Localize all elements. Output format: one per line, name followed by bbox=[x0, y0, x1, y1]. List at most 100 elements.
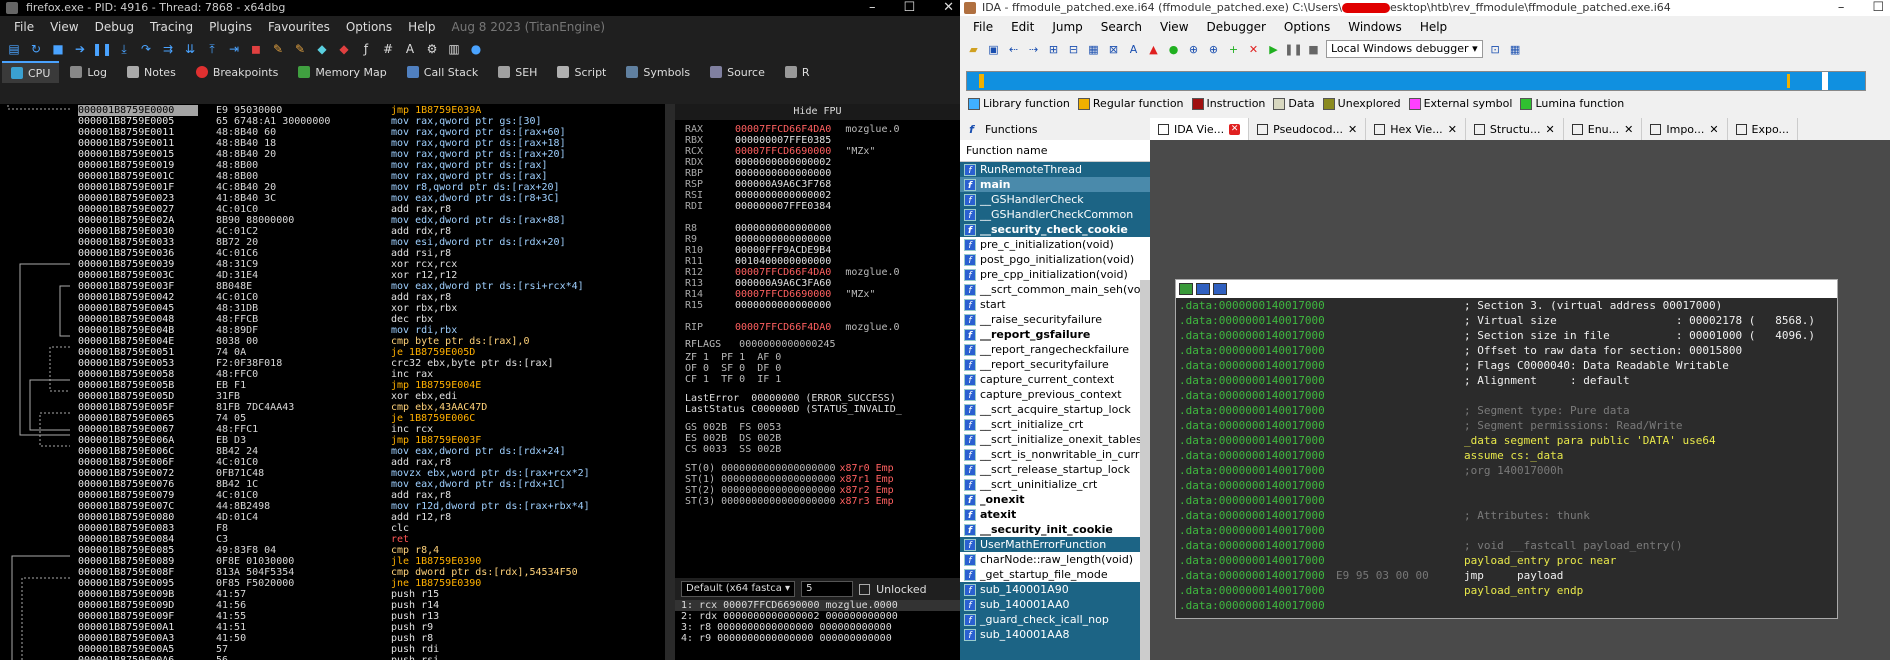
disasm-row[interactable]: 000001B8759E007C 44:8B2498 mov r12d,dword … bbox=[78, 501, 590, 512]
function-row[interactable]: f UserMathErrorFunction bbox=[960, 537, 1150, 552]
register-row[interactable] bbox=[685, 311, 749, 322]
fx-icon[interactable]: ƒ bbox=[358, 41, 374, 57]
patch-icon[interactable]: ◼ bbox=[248, 41, 264, 57]
run-icon[interactable]: ➔ bbox=[72, 41, 88, 57]
ida-struct-icon[interactable]: ⊠ bbox=[1106, 42, 1121, 57]
tab-notes[interactable]: Notes bbox=[118, 61, 185, 83]
ida-minimize-button[interactable]: – bbox=[1838, 0, 1845, 16]
ida-xref-icon[interactable]: ⊕ bbox=[1206, 42, 1221, 57]
function-row[interactable]: f pre_c_initialization(void) bbox=[960, 237, 1150, 252]
disasm-row[interactable]: 000001B8759E0065 74 05 je 1B8759E006C bbox=[78, 413, 475, 424]
function-row[interactable]: f capture_previous_context bbox=[960, 387, 1150, 402]
function-row[interactable]: f __report_securityfailure bbox=[960, 357, 1150, 372]
register-row[interactable]: RSP 000000A9A6C3F768 bbox=[685, 179, 845, 190]
listing-line[interactable]: .data:0000000140017000 ; Flags C0000040: … bbox=[1176, 358, 1837, 373]
listing-line[interactable]: .data:0000000140017000 ; Offset to raw da… bbox=[1176, 343, 1837, 358]
register-row[interactable]: RDX 0000000000000002 bbox=[685, 157, 845, 168]
disasm-row[interactable]: 000001B8759E0072 0FB71C48 movzx ebx,word p… bbox=[78, 468, 590, 479]
ida-stop-icon[interactable]: ■ bbox=[1306, 42, 1321, 57]
ida-menu-view[interactable]: View bbox=[1151, 20, 1197, 34]
disasm-row[interactable]: 000001B8759E006C 8B42 24 mov eax,dword ptr… bbox=[78, 446, 566, 457]
function-row[interactable]: f __raise_securityfailure bbox=[960, 312, 1150, 327]
disasm-row[interactable]: 000001B8759E00A6 56push rsi bbox=[78, 655, 439, 660]
ida-run-icon[interactable]: ● bbox=[1166, 42, 1181, 57]
ida-delete-icon[interactable]: ✕ bbox=[1246, 42, 1261, 57]
register-row[interactable]: RSI 0000000000000002 bbox=[685, 190, 845, 201]
hide-fpu-toggle[interactable]: Hide FPU bbox=[675, 104, 960, 120]
function-row[interactable]: f __report_rangecheckfailure bbox=[960, 342, 1150, 357]
disasm-row[interactable]: 000001B8759E004B 48:89DF mov rdi,rbx bbox=[78, 325, 457, 336]
ida-menu-windows[interactable]: Windows bbox=[1339, 20, 1411, 34]
disasm-row[interactable]: 000001B8759E0076 8B42 1C mov eax,dword ptr… bbox=[78, 479, 566, 490]
disasm-row[interactable]: 000001B8759E009F 41:55 push r13 bbox=[78, 611, 439, 622]
menu-debug[interactable]: Debug bbox=[87, 20, 142, 34]
tools-icon[interactable]: ⚙ bbox=[424, 41, 440, 57]
tab-script[interactable]: Script bbox=[548, 61, 615, 83]
navigation-band[interactable] bbox=[966, 71, 1866, 91]
listing-line[interactable]: .data:0000000140017000 ; Section size in … bbox=[1176, 328, 1837, 343]
ida-breakpoint-icon[interactable]: ▲ bbox=[1146, 42, 1161, 57]
registers-panel[interactable]: Hide FPU RAX 00007FFCD66F4DA0 mozglue.0 RBX… bbox=[675, 104, 960, 578]
disasm-row[interactable]: 000001B8759E0080 4D:01C4 add r12,r8 bbox=[78, 512, 451, 523]
ida-pause-icon[interactable]: ❚❚ bbox=[1284, 42, 1302, 57]
tab-hex-view[interactable]: Hex Vie... ✕ bbox=[1366, 118, 1466, 140]
proximity-icon[interactable] bbox=[1196, 283, 1210, 295]
arguments-view[interactable]: 1: rcx 00007FFCD6690000 mozglue.0000 2: … bbox=[675, 600, 960, 660]
disasm-row[interactable]: 000001B8759E0085 49:83F8 04 cmp r8,4 bbox=[78, 545, 439, 556]
font-icon[interactable]: A bbox=[402, 41, 418, 57]
tab-references[interactable]: R bbox=[776, 61, 819, 83]
ida-add-icon[interactable]: + bbox=[1226, 42, 1241, 57]
listing-line[interactable]: .data:0000000140017000 _data segment para… bbox=[1176, 433, 1837, 448]
function-row[interactable]: f sub_140001AA8 bbox=[960, 627, 1150, 642]
close-tab-icon[interactable]: ✕ bbox=[1448, 123, 1457, 136]
function-row[interactable]: f start bbox=[960, 297, 1150, 312]
ida-start-icon[interactable]: ▶ bbox=[1266, 42, 1281, 57]
disasm-row[interactable]: 000001B8759E0011 48:8B40 60 mov rax,qword … bbox=[78, 127, 566, 138]
register-row[interactable]: R10 00000FFF9ACDE9B4 bbox=[685, 245, 845, 256]
register-row[interactable]: RBP 0000000000000000 bbox=[685, 168, 845, 179]
disasm-row[interactable]: 000001B8759E0019 48:8B00 mov rax,qword ptr… bbox=[78, 160, 548, 171]
ida-forward-icon[interactable]: ⇢ bbox=[1026, 42, 1041, 57]
close-tab-icon[interactable]: ✕ bbox=[1546, 123, 1555, 136]
ida-menu-options[interactable]: Options bbox=[1275, 20, 1339, 34]
stop-icon[interactable]: ■ bbox=[50, 41, 66, 57]
disasm-row[interactable]: 000001B8759E001C 48:8B00 mov rax,qword ptr… bbox=[78, 171, 548, 182]
register-row[interactable]: R14 00007FFCD6690000 "MZx" bbox=[685, 289, 875, 300]
listing-line[interactable]: .data:0000000140017000 assume cs:_data bbox=[1176, 448, 1837, 463]
function-row[interactable]: f __scrt_initialize_onexit_tables bbox=[960, 432, 1150, 447]
tab-log[interactable]: Log bbox=[61, 61, 116, 83]
function-row[interactable]: f _get_startup_file_mode bbox=[960, 567, 1150, 582]
globe-icon[interactable]: ● bbox=[468, 41, 484, 57]
function-row[interactable]: f sub_140001A90 bbox=[960, 582, 1150, 597]
ida-text-icon[interactable]: A bbox=[1126, 42, 1141, 57]
register-row[interactable]: RBX 000000007FFE0385 bbox=[685, 135, 845, 146]
function-row[interactable]: f __scrt_acquire_startup_lock bbox=[960, 402, 1150, 417]
function-row[interactable]: f atexit bbox=[960, 507, 1150, 522]
disasm-row[interactable]: 000001B8759E005D 31FB xor ebx,edi bbox=[78, 391, 457, 402]
functions-scrollbar[interactable] bbox=[1140, 280, 1150, 660]
function-row[interactable]: f __scrt_is_nonwritable_in_curr bbox=[960, 447, 1150, 462]
menu-options[interactable]: Options bbox=[338, 20, 400, 34]
listing-line[interactable]: .data:0000000140017000 ;org 140017000h bbox=[1176, 463, 1837, 478]
fpu-row[interactable]: ST(1) 0000000000000000000 x87r1 Emp bbox=[685, 474, 894, 485]
open-icon[interactable]: ▤ bbox=[6, 41, 22, 57]
tab-symbols[interactable]: Symbols bbox=[617, 61, 699, 83]
graph-view-icon[interactable] bbox=[1179, 283, 1193, 295]
ida-menu-search[interactable]: Search bbox=[1092, 20, 1151, 34]
listing-line[interactable]: .data:0000000140017000 E9 95 03 00 00 jmp … bbox=[1176, 568, 1837, 583]
tab-enums[interactable]: Enu... ✕ bbox=[1564, 118, 1643, 140]
comment-icon[interactable]: ✎ bbox=[270, 41, 286, 57]
ida-open-icon[interactable]: ▰ bbox=[966, 42, 981, 57]
disasm-row[interactable]: 000001B8759E006A EB D3 jmp 1B8759E003F bbox=[78, 435, 481, 446]
listing-line[interactable]: .data:0000000140017000 bbox=[1176, 478, 1837, 493]
function-row[interactable]: f __report_gsfailure bbox=[960, 327, 1150, 342]
menu-help[interactable]: Help bbox=[400, 20, 443, 34]
listing-line[interactable]: .data:0000000140017000 payload_entry proc… bbox=[1176, 553, 1837, 568]
minimize-button[interactable]: – bbox=[869, 0, 876, 16]
tab-exports[interactable]: Expo... bbox=[1728, 118, 1799, 140]
disasm-row[interactable]: 000001B8759E0067 48:FFC1 inc rcx bbox=[78, 424, 433, 435]
function-row[interactable]: f __GSHandlerCheck bbox=[960, 192, 1150, 207]
function-icon[interactable]: ◆ bbox=[336, 41, 352, 57]
trace-into-icon[interactable]: ⇉ bbox=[160, 41, 176, 57]
disasm-row[interactable]: 000001B8759E0027 4C:01C0 add rax,r8 bbox=[78, 204, 451, 215]
